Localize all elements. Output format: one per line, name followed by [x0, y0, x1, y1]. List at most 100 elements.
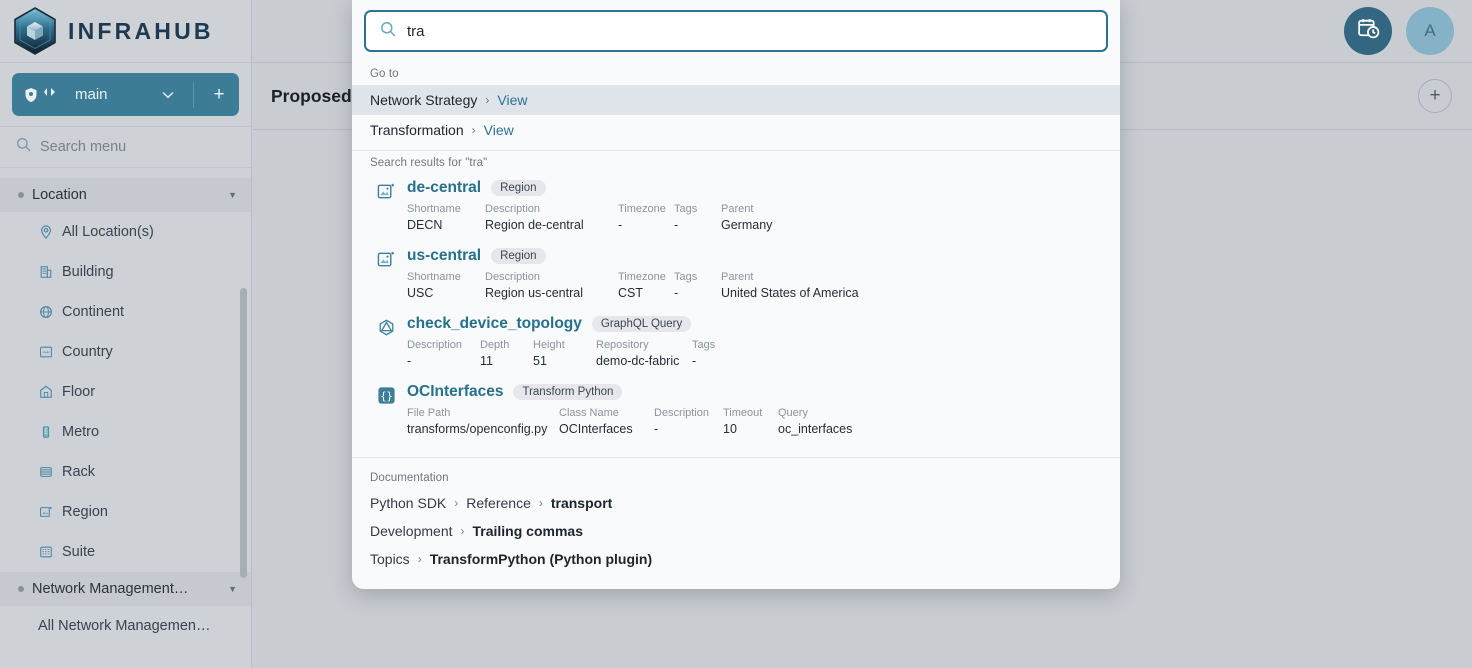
search-result-item[interactable]: de-central Region Shortname DECN Descrip… — [352, 174, 1120, 242]
goto-item-action[interactable]: View — [497, 92, 527, 108]
documentation-item[interactable]: Python SDK › Reference › transport — [352, 489, 1120, 517]
sidebar-item-all-locations[interactable]: All Location(s) — [0, 212, 251, 252]
region-icon — [38, 505, 53, 519]
sidebar-item-continent[interactable]: Continent — [0, 292, 251, 332]
sidebar-item-building[interactable]: Building — [0, 252, 251, 292]
crumb-last: TransformPython (Python plugin) — [430, 551, 652, 567]
field-value: CST — [618, 285, 674, 301]
result-head: check_device_topology GraphQL Query — [407, 315, 1102, 333]
tasks-button[interactable] — [1344, 7, 1392, 55]
sidebar-item-label: Region — [62, 504, 108, 520]
svg-text:{}: {} — [380, 390, 393, 402]
documentation-item[interactable]: Topics › TransformPython (Python plugin) — [352, 545, 1120, 573]
sidebar-item-suite[interactable]: Suite — [0, 532, 251, 572]
sidebar-group-label: Location — [32, 187, 224, 203]
field-label: Description — [485, 202, 618, 216]
branch-selector[interactable]: main + — [12, 73, 239, 116]
result-field: Depth 11 — [480, 338, 533, 369]
chevron-down-icon[interactable]: ▼ — [228, 190, 237, 200]
search-icon — [16, 137, 31, 157]
floor-icon — [38, 385, 53, 399]
chevron-right-icon: › — [418, 552, 422, 566]
search-modal: tra Go to Network Strategy › View Transf… — [352, 0, 1120, 589]
brand-header[interactable]: INFRAHUB — [0, 0, 251, 63]
field-label: Query — [778, 406, 888, 420]
sidebar-item-country[interactable]: Country — [0, 332, 251, 372]
result-kind-badge: Transform Python — [513, 384, 622, 400]
field-label: Shortname — [407, 270, 485, 284]
add-branch-button[interactable]: + — [199, 84, 239, 106]
sidebar-group-location[interactable]: Location ▼ — [0, 178, 251, 212]
crumb: Reference — [466, 495, 531, 511]
sidebar-item-label: Country — [62, 344, 113, 360]
field-label: Tags — [674, 270, 721, 284]
goto-item-name: Network Strategy — [370, 92, 477, 108]
search-result-item[interactable]: us-central Region Shortname USC Descript… — [352, 242, 1120, 310]
field-label: Height — [533, 338, 596, 352]
result-field: Description - — [407, 338, 480, 369]
sidebar-item-rack[interactable]: Rack — [0, 452, 251, 492]
sidebar-item-floor[interactable]: Floor — [0, 372, 251, 412]
result-field: Repository demo-dc-fabric — [596, 338, 692, 369]
search-result-item[interactable]: {} OCInterfaces Transform Python File Pa… — [352, 378, 1120, 446]
add-button[interactable]: + — [1418, 79, 1452, 113]
sidebar-scrollbar[interactable] — [240, 288, 247, 578]
result-field: Description Region us-central — [485, 270, 618, 301]
field-value: - — [407, 353, 480, 369]
sidebar-item-label: All Network Managemen… — [38, 618, 210, 634]
goto-item-transformation[interactable]: Transformation › View — [352, 115, 1120, 145]
chevron-down-icon[interactable] — [148, 91, 188, 99]
sidebar-group-network-management[interactable]: Network Management… ▼ — [0, 572, 251, 606]
group-bullet-icon — [18, 192, 24, 198]
result-field: Height 51 — [533, 338, 596, 369]
documentation-item[interactable]: Development › Trailing commas — [352, 517, 1120, 545]
field-label: Parent — [721, 270, 911, 284]
field-value: Region us-central — [485, 285, 618, 301]
field-label: Timeout — [723, 406, 778, 420]
search-icon — [380, 21, 396, 42]
field-value: 11 — [480, 353, 533, 369]
field-value: 10 — [723, 421, 778, 437]
result-kind-badge: Region — [491, 180, 545, 196]
shield-icon — [24, 87, 38, 103]
result-kind-badge: Region — [491, 248, 545, 264]
field-label: Description — [407, 338, 480, 352]
result-field: Timezone CST — [618, 270, 674, 301]
field-label: Depth — [480, 338, 533, 352]
result-field: Description - — [654, 406, 723, 437]
avatar-initial: A — [1424, 21, 1435, 41]
goto-item-name: Transformation — [370, 122, 464, 138]
result-title[interactable]: OCInterfaces — [407, 383, 503, 401]
result-title[interactable]: de-central — [407, 179, 481, 197]
result-field: Parent United States of America — [721, 270, 911, 301]
result-head: us-central Region — [407, 247, 1102, 265]
chevron-right-icon: › — [461, 524, 465, 538]
result-fields: Shortname USC Description Region us-cent… — [407, 270, 1102, 301]
sidebar-item-region[interactable]: Region — [0, 492, 251, 532]
search-input[interactable]: tra — [364, 10, 1108, 52]
goto-item-action[interactable]: View — [484, 122, 514, 138]
field-value: USC — [407, 285, 485, 301]
sidebar-item-label: Rack — [62, 464, 95, 480]
field-value: - — [674, 217, 721, 233]
field-value: - — [692, 353, 739, 369]
country-map-icon — [38, 345, 53, 359]
result-title[interactable]: us-central — [407, 247, 481, 265]
region-icon — [377, 179, 396, 233]
result-head: de-central Region — [407, 179, 1102, 197]
app-root: INFRAHUB main + Search — [0, 0, 1472, 668]
goto-item-network-strategy[interactable]: Network Strategy › View — [352, 85, 1120, 115]
menu-search[interactable]: Search menu — [0, 126, 251, 168]
sidebar-item-metro[interactable]: Metro — [0, 412, 251, 452]
group-bullet-icon — [18, 586, 24, 592]
sidebar-item-all-network-management[interactable]: All Network Managemen… — [0, 606, 251, 646]
result-title[interactable]: check_device_topology — [407, 315, 582, 333]
field-label: Description — [485, 270, 618, 284]
crumb: Topics — [370, 551, 410, 567]
search-result-item[interactable]: check_device_topology GraphQL Query Desc… — [352, 310, 1120, 378]
field-value: - — [618, 217, 674, 233]
avatar[interactable]: A — [1406, 7, 1454, 55]
result-fields: Shortname DECN Description Region de-cen… — [407, 202, 1102, 233]
chevron-down-icon[interactable]: ▼ — [228, 584, 237, 594]
field-value: United States of America — [721, 285, 911, 301]
